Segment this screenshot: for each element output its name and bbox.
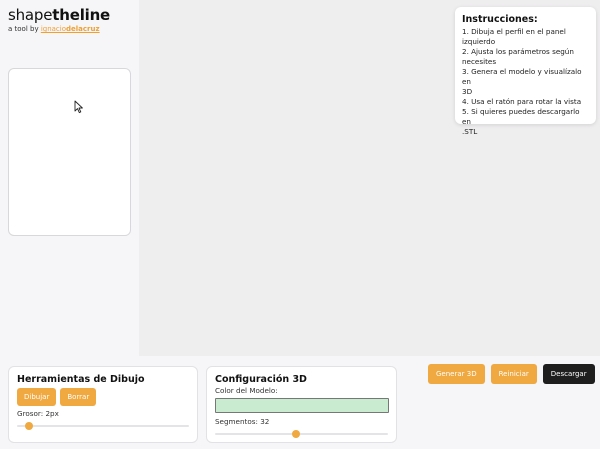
subtitle-prefix: a tool by <box>8 25 41 33</box>
bottom-toolbar: Herramientas de Dibujo Dibujar Borrar Gr… <box>0 356 600 449</box>
draw-button[interactable]: Dibujar <box>17 388 57 406</box>
drawing-tools-title: Herramientas de Dibujo <box>17 374 145 385</box>
instruction-step: 4. Usa el ratón para rotar la vista <box>462 97 582 106</box>
download-button[interactable]: Descargar <box>542 364 595 384</box>
app-subtitle: a tool by ignaciodelacruz <box>8 24 110 34</box>
thickness-label: Grosor: 2px <box>17 409 59 418</box>
thickness-slider[interactable] <box>17 422 189 430</box>
thickness-slider-track <box>17 425 189 427</box>
left-panel: shapetheline a tool by ignaciodelacruz <box>0 0 139 356</box>
app-title-regular: shape <box>8 6 53 24</box>
author-link[interactable]: ignaciodelacruz <box>41 25 100 33</box>
segments-slider-thumb[interactable] <box>292 430 301 438</box>
model-color-label: Color del Modelo: <box>215 386 278 395</box>
drawing-tools-card: Herramientas de Dibujo Dibujar Borrar Gr… <box>8 366 198 443</box>
thickness-slider-thumb[interactable] <box>25 422 34 430</box>
config-3d-title: Configuración 3D <box>215 374 307 385</box>
author-last: delacruz <box>66 25 100 33</box>
instruction-step: 1. Dibuja el perfil en el panel <box>462 27 566 36</box>
drawing-canvas[interactable] <box>8 68 131 236</box>
action-buttons: Generar 3D Reiniciar Descargar <box>428 364 595 384</box>
instruction-step: 3. Genera el modelo y visualízalo en <box>462 67 582 86</box>
generate-3d-button[interactable]: Generar 3D <box>428 364 485 384</box>
segments-slider-track <box>215 433 388 435</box>
drawing-tool-buttons: Dibujar Borrar <box>17 388 189 406</box>
instruction-step: 5. Si quieres puedes descargarlo en <box>462 107 580 126</box>
app-title: shapetheline <box>8 6 110 24</box>
instructions-list: 1. Dibuja el perfil en el panel izquierd… <box>462 27 589 137</box>
instruction-step: necesites <box>462 57 497 66</box>
model-color-input[interactable] <box>215 398 389 413</box>
instructions-panel: Instrucciones: 1. Dibuja el perfil en el… <box>455 7 596 136</box>
erase-button[interactable]: Borrar <box>60 388 97 406</box>
instruction-step: .STL <box>462 127 478 136</box>
config-3d-card: Configuración 3D Color del Modelo: Segme… <box>206 366 397 443</box>
instruction-step: izquierdo <box>462 37 496 46</box>
segments-label: Segmentos: 32 <box>215 417 270 426</box>
app-title-bold: theline <box>52 6 111 24</box>
instruction-step: 2. Ajusta los parámetros según <box>462 47 574 56</box>
segments-slider[interactable] <box>215 430 388 438</box>
app-logo: shapetheline a tool by ignaciodelacruz <box>8 6 110 34</box>
reset-button[interactable]: Reiniciar <box>490 364 537 384</box>
mouse-pointer-icon <box>74 100 83 114</box>
instructions-title: Instrucciones: <box>462 14 538 25</box>
author-first: ignacio <box>40 25 67 33</box>
instruction-step: 3D <box>462 87 473 96</box>
